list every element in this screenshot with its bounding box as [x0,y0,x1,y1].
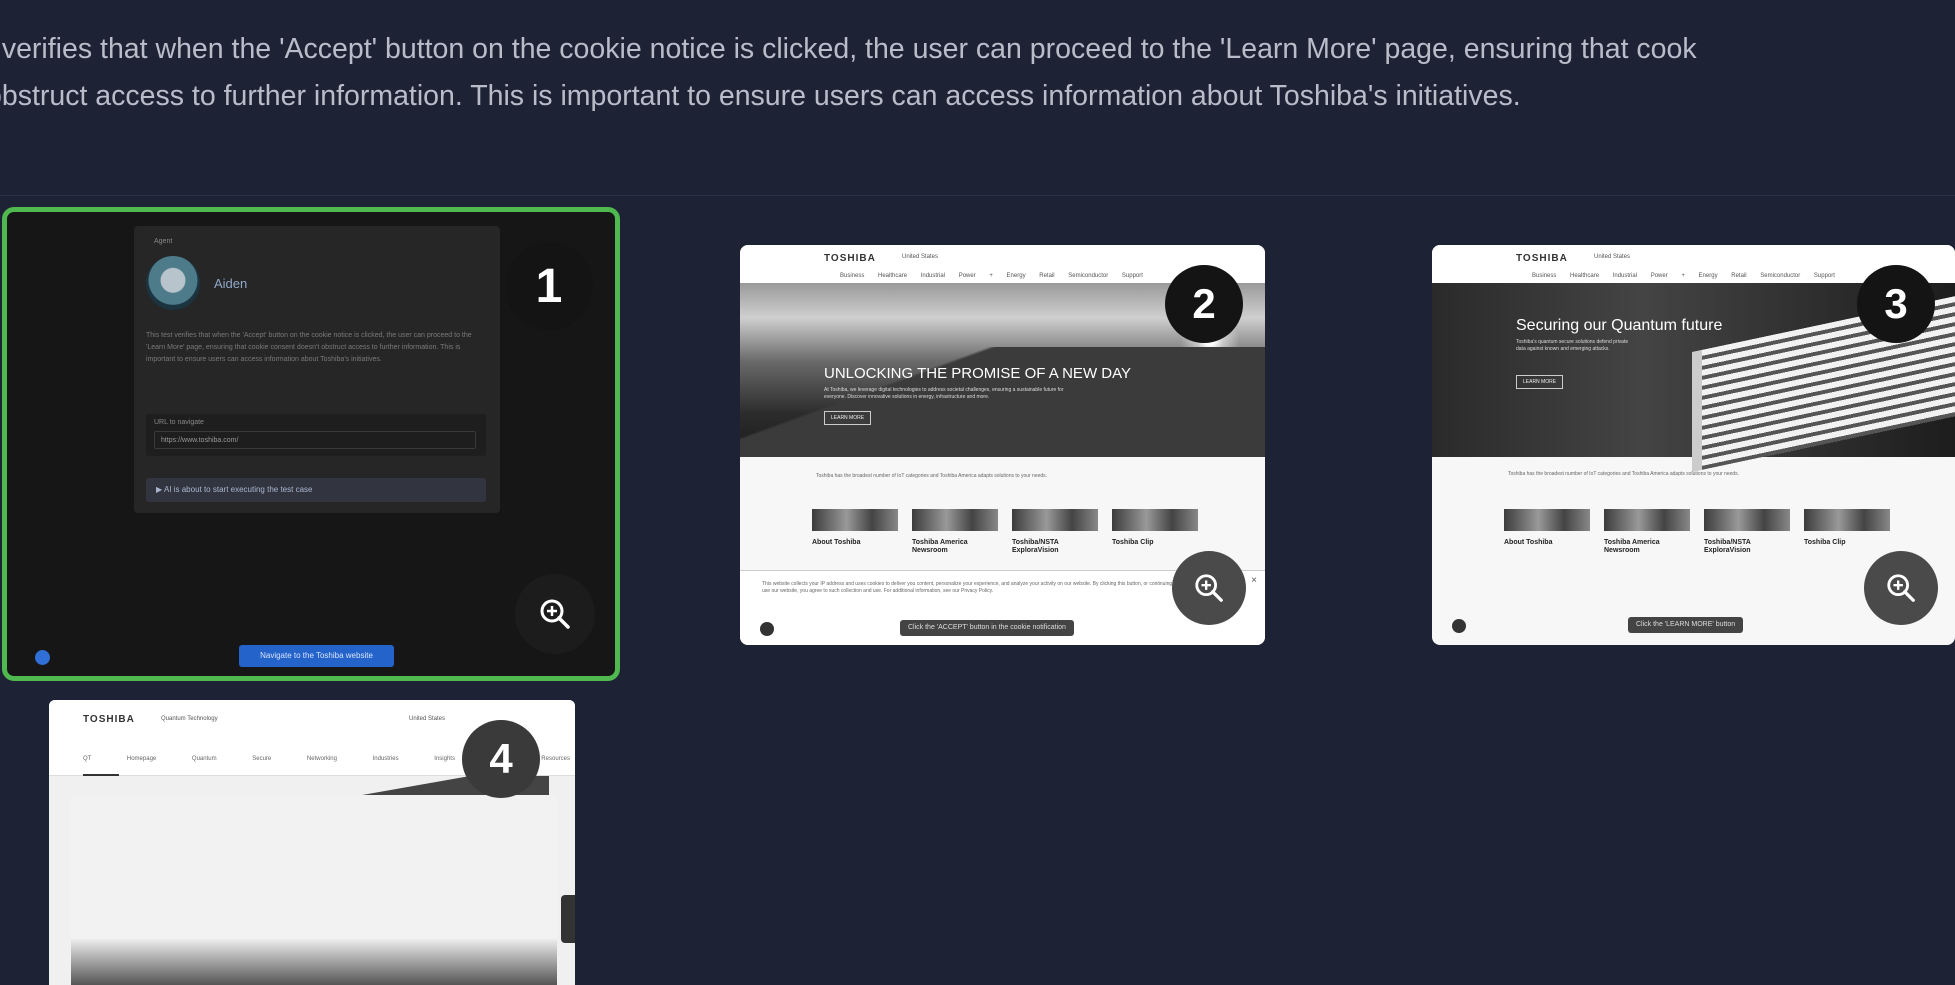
cookie-text: This website collects your IP address an… [762,581,1178,594]
description-line-1: t verifies that when the 'Accept' button… [0,33,1697,65]
site-notice: Toshiba has the broadest number of IoT c… [816,473,1048,479]
location-label: United States [902,254,939,260]
feature-card-title: Toshiba America Newsroom [912,539,968,554]
feature-card: Toshiba Clip [1804,509,1890,555]
zoom-in-icon[interactable] [1172,551,1246,625]
site-nav: Business Healthcare Industrial Power + E… [840,273,1143,279]
hero-subtitle: At Toshiba, we leverage digital technolo… [824,387,1064,400]
feature-cards: About Toshiba Toshiba America Newsroom T… [812,509,1198,555]
step-thumbnail-2[interactable]: TOSHIBA United States Business Healthcar… [740,245,1265,645]
site-notice: Toshiba has the broadest number of IoT c… [1508,471,1740,477]
status-dot [35,650,50,665]
url-input[interactable]: https://www.toshiba.com/ [154,431,476,449]
active-tab-indicator [83,774,119,776]
action-button[interactable]: Navigate to the Toshiba website [239,645,394,667]
step-caption: Click the 'ACCEPT' button in the cookie … [900,620,1074,636]
agent-tiny-label: Agent [154,238,173,245]
step-number-badge: 3 [1857,265,1935,343]
hero-learn-more-button[interactable]: LEARN MORE [824,411,872,425]
feature-card: Toshiba/NSTA ExploraVision [1012,509,1098,555]
agent-card: Agent Aiden This test verifies that when… [134,226,500,513]
agent-name: Aiden [214,276,248,291]
feature-card: Toshiba America Newsroom [1604,509,1690,555]
toshiba-logo: TOSHIBA [824,253,876,264]
feature-card: About Toshiba [1504,509,1590,555]
zoom-in-icon[interactable] [1864,551,1938,625]
description-line-2: obstruct access to further information. … [0,80,1521,112]
feature-card-title: Toshiba Clip [1804,539,1846,546]
test-description: t verifies that when the 'Accept' button… [0,26,1955,120]
feature-card: Toshiba Clip [1112,509,1198,555]
running-status: ▶ AI is about to start executing the tes… [146,478,486,502]
step-number-badge: 2 [1165,265,1243,343]
feature-card-title: About Toshiba [1504,539,1553,546]
step-thumbnail-1[interactable]: Agent Aiden This test verifies that when… [2,207,620,681]
step-number-badge: 4 [462,720,540,798]
section-label: Quantum Technology [161,716,218,722]
agent-body-text: This test verifies that when the 'Accept… [146,332,472,363]
step-caption: Click the 'LEARN MORE' button [1628,617,1744,633]
video-player [71,795,557,985]
step-number-badge: 1 [505,242,593,330]
location-label: United States [1594,254,1631,260]
hero-learn-more-button[interactable]: LEARN MORE [1516,375,1564,389]
info-icon[interactable] [1452,619,1466,633]
hero-subtitle: Toshiba's quantum secure solutions defen… [1516,339,1629,352]
feature-cards: About Toshiba Toshiba America Newsroom T… [1504,509,1890,555]
toshiba-logo: TOSHIBA [1516,253,1568,264]
feature-card-title: About Toshiba [812,539,861,546]
site-nav: Business Healthcare Industrial Power + E… [1532,273,1835,279]
location-label: United States [409,716,446,722]
feature-card-title: Toshiba/NSTA ExploraVision [1704,539,1751,554]
zoom-in-icon[interactable] [515,574,595,654]
avatar [146,256,200,310]
divider [0,195,1955,196]
feature-card: Toshiba America Newsroom [912,509,998,555]
feature-card-title: Toshiba Clip [1112,539,1154,546]
feature-card: Toshiba/NSTA ExploraVision [1704,509,1790,555]
mountain-shape [740,347,1265,457]
info-icon[interactable] [760,622,774,636]
url-field-group: URL to navigate https://www.toshiba.com/ [146,414,486,456]
url-label: URL to navigate [154,419,204,426]
feature-card-title: Toshiba/NSTA ExploraVision [1012,539,1059,554]
hero-title: Securing our Quantum future [1516,317,1723,334]
running-status-text: AI is about to start executing the test … [163,485,313,494]
hero-title: UNLOCKING THE PROMISE OF A NEW DAY [824,365,1131,382]
step-thumbnail-3[interactable]: TOSHIBA United States Business Healthcar… [1432,245,1955,645]
play-icon: ▶ [156,485,164,494]
feature-card: About Toshiba [812,509,898,555]
feature-card-title: Toshiba America Newsroom [1604,539,1660,554]
close-icon[interactable]: × [1251,575,1257,586]
step-thumbnail-4[interactable]: TOSHIBA Quantum Technology United States… [49,700,575,985]
toshiba-logo: TOSHIBA [83,714,135,725]
side-feedback-tab[interactable] [561,895,575,943]
